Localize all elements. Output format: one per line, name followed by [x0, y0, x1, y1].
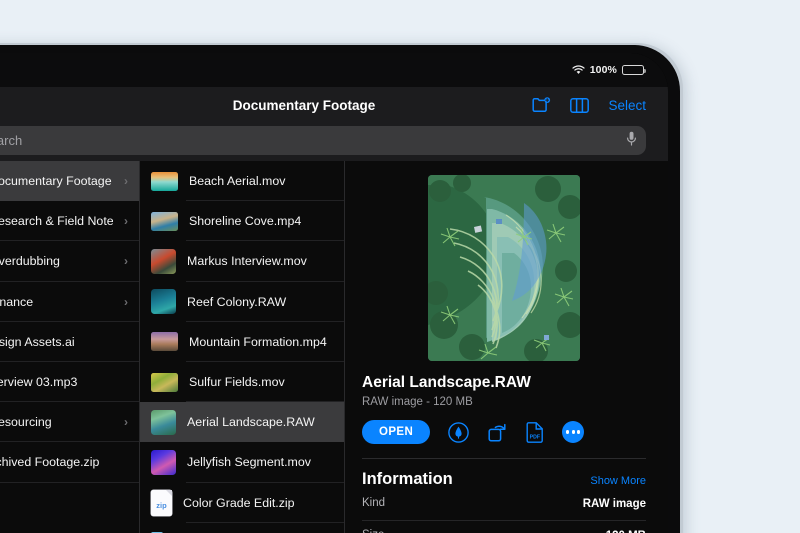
sidebar-item-label: Overdubbing — [0, 254, 113, 268]
preview-image[interactable] — [428, 175, 580, 361]
chevron-right-icon: › — [124, 214, 130, 228]
chevron-right-icon: › — [124, 295, 130, 309]
file-thumbnail — [151, 332, 178, 351]
information-title: Information — [362, 470, 453, 489]
chevron-right-icon: › — [124, 174, 130, 188]
file-list-item-label: Beach Aerial.mov — [189, 174, 335, 188]
information-key: Size — [362, 529, 384, 533]
search-placeholder: Search — [0, 133, 620, 148]
file-list-item[interactable]: Aerial Landscape.RAW — [140, 402, 344, 442]
pdf-icon[interactable]: PDF — [526, 422, 544, 443]
sidebar-item-label: Archived Footage.zip — [0, 455, 130, 469]
sidebar-item[interactable]: Research & Field Notes › — [0, 201, 139, 241]
information-row: Kind RAW image — [362, 489, 646, 521]
sidebar-item-label: Documentary Footage — [0, 174, 113, 188]
rotate-icon[interactable] — [487, 422, 508, 443]
detail-title: Aerial Landscape.RAW — [362, 374, 646, 392]
sidebar-item[interactable]: Interview 03.mp3 — [0, 362, 139, 402]
battery-percent-label: 100% — [590, 64, 617, 76]
open-button[interactable]: OPEN — [362, 420, 430, 444]
nav-actions: Select — [532, 87, 646, 123]
file-list-item[interactable]: zip Color Grade Edit.zip — [140, 483, 344, 523]
file-list-item[interactable]: Sulfur Fields.mov — [140, 362, 344, 402]
information-header: Information Show More — [362, 470, 646, 489]
file-list-column[interactable]: Beach Aerial.mov Shoreline Cove.mp4 Markus… — [140, 161, 345, 533]
nav-toolbar: Documentary Footage Select — [0, 87, 668, 123]
screenshot-root: 100% Documentary Footage — [0, 0, 800, 533]
information-row: Size 120 MB — [362, 521, 646, 533]
file-list-item[interactable]: Mountain Formation.mp4 — [140, 322, 344, 362]
information-value: RAW image — [583, 497, 646, 513]
device-screen: 100% Documentary Footage — [0, 53, 668, 533]
column-view-icon[interactable] — [570, 98, 589, 113]
information-value: 120 MB — [606, 529, 646, 533]
file-list-item-label: Jellyfish Segment.mov — [187, 455, 335, 469]
detail-column: Aerial Landscape.RAW RAW image - 120 MB … — [345, 161, 668, 533]
search-bar-container: Search — [0, 123, 668, 161]
file-list-item-label: Color Grade Edit.zip — [183, 496, 335, 510]
file-thumbnail — [151, 450, 176, 475]
sidebar-item-label: Finance — [0, 295, 113, 309]
sidebar-item[interactable]: zipArchived Footage.zip — [0, 442, 139, 482]
file-list-item[interactable]: Shoreline Cove.mp4 — [140, 201, 344, 241]
sidebar-item[interactable]: Finance › — [0, 282, 139, 322]
chevron-right-icon: › — [124, 415, 130, 429]
new-folder-icon[interactable] — [532, 97, 551, 113]
file-list-item-label: Aerial Landscape.RAW — [187, 415, 335, 429]
select-button[interactable]: Select — [608, 98, 646, 113]
more-ellipsis-icon[interactable] — [562, 421, 584, 443]
file-list-item-label: Markus Interview.mov — [187, 254, 335, 268]
zip-file-icon: zip — [151, 490, 172, 516]
divider — [362, 458, 646, 459]
file-thumbnail — [151, 212, 178, 231]
status-bar: 100% — [0, 53, 668, 87]
detail-subtitle: RAW image - 120 MB — [362, 396, 646, 408]
sidebar-item[interactable]: AiAIDesign Assets.ai — [0, 322, 139, 362]
action-row: OPEN — [362, 420, 646, 444]
file-thumbnail — [151, 172, 178, 191]
sidebar-item-label: Design Assets.ai — [0, 335, 130, 349]
sidebar-item[interactable]: Overdubbing › — [0, 241, 139, 281]
file-thumbnail — [151, 289, 176, 314]
file-list-item-label: Mountain Formation.mp4 — [189, 335, 335, 349]
file-list-item-partial[interactable] — [140, 523, 344, 533]
chevron-right-icon: › — [124, 254, 130, 268]
microphone-icon[interactable] — [626, 131, 637, 151]
information-key: Kind — [362, 497, 385, 509]
markup-pen-icon[interactable] — [448, 422, 469, 443]
sidebar-column[interactable]: Documentary Footage›Research & Field Not… — [0, 161, 140, 533]
sidebar-item[interactable]: Resourcing › — [0, 402, 139, 442]
wifi-icon — [572, 65, 585, 75]
sidebar-item-label: Resourcing — [0, 415, 113, 429]
file-list-item[interactable]: Beach Aerial.mov — [140, 161, 344, 201]
file-list-item-label: Sulfur Fields.mov — [189, 375, 335, 389]
information-rows: KindRAW imageSize120 MBCreatedFebruary 1… — [362, 489, 646, 533]
svg-text:PDF: PDF — [530, 434, 540, 440]
file-list-item-label: Reef Colony.RAW — [187, 295, 335, 309]
sidebar-item[interactable]: Documentary Footage › — [0, 161, 139, 201]
columns-container: Documentary Footage›Research & Field Not… — [0, 161, 668, 533]
file-list-item-label: Shoreline Cove.mp4 — [189, 214, 335, 228]
search-input[interactable]: Search — [0, 126, 646, 155]
file-list-item[interactable]: Markus Interview.mov — [140, 241, 344, 281]
sidebar-item-label: Research & Field Notes — [0, 214, 113, 228]
file-list-item[interactable]: Jellyfish Segment.mov — [140, 442, 344, 482]
file-list-item[interactable]: Reef Colony.RAW — [140, 282, 344, 322]
sidebar-item-label: Interview 03.mp3 — [0, 375, 130, 389]
battery-icon — [622, 65, 644, 76]
file-thumbnail — [151, 249, 176, 274]
file-thumbnail — [151, 373, 178, 392]
show-more-button[interactable]: Show More — [590, 475, 646, 487]
file-thumbnail — [151, 410, 176, 435]
